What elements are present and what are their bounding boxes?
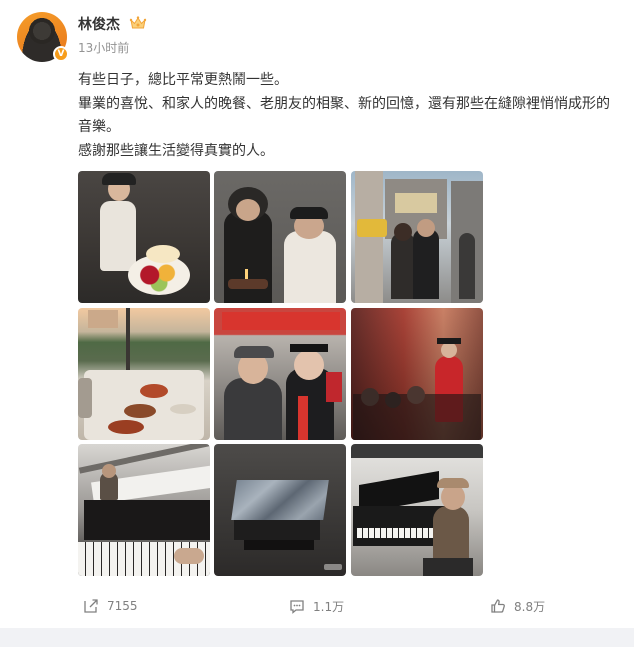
action-bar: 7155 1.1万 8.8万 xyxy=(0,592,634,620)
stone-box-photo[interactable] xyxy=(214,444,346,576)
post-text-line: 感謝那些讓生活變得真實的人。 xyxy=(78,142,274,159)
cake-photo[interactable] xyxy=(78,171,210,303)
verified-badge-icon: V xyxy=(53,46,69,62)
author-name[interactable]: 林俊杰 xyxy=(78,16,120,34)
piano-photo[interactable] xyxy=(78,444,210,576)
like-button[interactable]: 8.8万 xyxy=(490,592,545,620)
street-photo[interactable] xyxy=(351,171,483,303)
post-timestamp[interactable]: 13小时前 xyxy=(78,41,129,56)
piano-player-photo[interactable] xyxy=(351,444,483,576)
ceremony-photo[interactable] xyxy=(351,308,483,440)
thumbs-up-icon xyxy=(491,599,505,613)
comment-icon xyxy=(290,600,304,614)
comment-count: 1.1万 xyxy=(313,599,345,614)
dinner-photo[interactable] xyxy=(78,308,210,440)
repost-icon xyxy=(84,599,98,613)
repost-button[interactable]: 7155 xyxy=(83,592,138,620)
image-grid xyxy=(78,171,483,577)
crown-icon xyxy=(129,16,147,29)
post-text-line: 有些日子，總比平常更熱鬧一些。 xyxy=(78,72,288,88)
post-text: 有些日子，總比平常更熱鬧一些。 畢業的喜悅、和家人的晚餐、老朋友的相聚、新的回憶… xyxy=(78,69,618,163)
graduation-photo[interactable] xyxy=(214,308,346,440)
weibo-post-card: V 林俊杰 13小时前 有些日子，總比平常更熱鬧一些。 畢業的喜悅、和家人的晚餐… xyxy=(0,0,634,628)
like-count: 8.8万 xyxy=(514,599,546,614)
repost-count: 7155 xyxy=(107,599,138,613)
birthday-photo[interactable] xyxy=(214,171,346,303)
feed-separator xyxy=(0,628,634,647)
comment-button[interactable]: 1.1万 xyxy=(289,592,344,620)
post-text-line: 畢業的喜悅、和家人的晚餐、老朋友的相聚、新的回憶，還有那些在縫隙裡悄悄成形的音樂… xyxy=(78,95,610,136)
